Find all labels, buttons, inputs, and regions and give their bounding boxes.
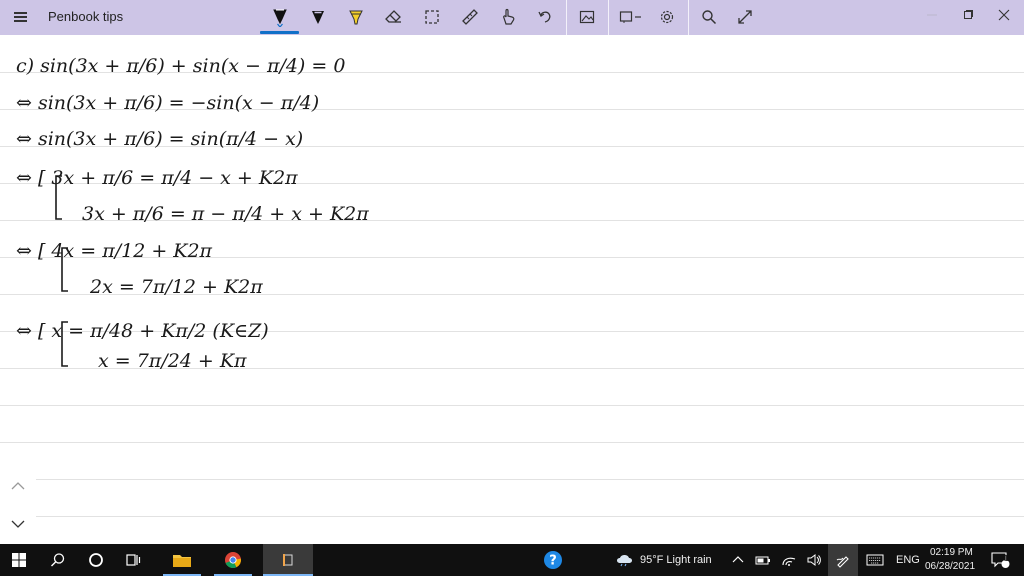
ink-canvas[interactable]: c) sin(3x + π/6) + sin(x − π/4) = 0 ⇔ si… [0, 35, 1024, 544]
help-button[interactable]: ? [540, 544, 566, 576]
windows-logo-icon [12, 553, 26, 567]
maximize-button[interactable] [950, 0, 986, 30]
lasso-select-tool[interactable] [418, 4, 446, 30]
chevron-up-icon [732, 556, 744, 563]
cloud-rain-icon [617, 555, 632, 567]
toolbar-separator [566, 0, 567, 35]
pen-icon [312, 11, 324, 24]
pen-tool-outline[interactable] [304, 4, 332, 30]
equation-line-8: ⇔ [ x = π/48 + Kπ/2 (K∈Z) [16, 320, 269, 342]
svg-text:⇔ sin(3x + π/6) = sin(π/4 − x): ⇔ sin(3x + π/6) = sin(π/4 − x) [16, 128, 303, 150]
highlighter-icon [349, 10, 363, 25]
equation-line-4: ⇔ [ 3x + π/6 = π/4 − x + K2π [16, 167, 298, 189]
cortana-button[interactable] [78, 544, 114, 576]
help-question-icon: ? [544, 551, 562, 569]
wifi-icon [782, 557, 796, 566]
svg-text:c) sin(3x + π/6) + sin(x − π/4: c) sin(3x + π/6) + sin(x − π/4) = 0 [16, 55, 345, 77]
clock-time[interactable]: 02:19 PM [930, 547, 973, 558]
maximize-icon [964, 10, 973, 19]
search-icon [51, 553, 65, 567]
touch-writing-tool[interactable] [494, 4, 522, 30]
minimize-button[interactable] [914, 0, 950, 30]
fullscreen-expand-icon [738, 10, 752, 24]
equation-line-1: c) sin(3x + π/6) + sin(x − π/4) = 0 [16, 55, 345, 77]
taskbar-search-button[interactable] [40, 544, 76, 576]
chevron-down-icon [11, 520, 25, 528]
start-button[interactable] [0, 544, 38, 576]
image-icon [579, 10, 595, 24]
touch-writing-icon [503, 8, 515, 25]
close-button[interactable] [986, 0, 1022, 30]
battery-icon [755, 556, 770, 565]
search-button[interactable] [695, 4, 723, 30]
equation-line-2: ⇔ sin(3x + π/6) = −sin(x − π/4) [16, 92, 319, 114]
toolbar-separator [688, 0, 689, 35]
chrome-taskbar-button[interactable] [214, 544, 252, 576]
task-view-icon [126, 554, 141, 566]
equation-line-3: ⇔ sin(3x + π/6) = sin(π/4 − x) [16, 128, 303, 150]
svg-text:⇔ [ 3x + π/6 = π/4 − x + K2π: ⇔ [ 3x + π/6 = π/4 − x + K2π [16, 167, 298, 189]
input-language-indicator[interactable]: ENG [896, 554, 920, 566]
show-hidden-icons-button[interactable] [728, 544, 748, 576]
close-icon [998, 9, 1010, 21]
battery-tray-icon[interactable] [752, 544, 774, 576]
svg-text:⇔ sin(3x + π/6) = −sin(x − π/4: ⇔ sin(3x + π/6) = −sin(x − π/4) [16, 92, 319, 114]
app-title: Penbook tips [48, 9, 124, 24]
taskbar: ? 95°F Light rain ENG 02:19 PM 06/28/202… [0, 544, 1024, 576]
svg-text:2x = 7π/12 + K2π: 2x = 7π/12 + K2π [89, 276, 263, 298]
page-up-button[interactable] [10, 478, 26, 494]
active-tool-indicator [260, 31, 299, 34]
eraser-tool[interactable] [380, 4, 408, 30]
keyboard-icon [866, 554, 884, 566]
settings-button[interactable] [653, 4, 681, 30]
pen-icon [273, 9, 287, 27]
pen-tool-black[interactable] [266, 4, 294, 30]
volume-tray-icon[interactable] [803, 544, 825, 576]
notification-count-badge: 1 [1003, 554, 1009, 563]
title-bar: Penbook tips [0, 0, 1024, 35]
weather-icon-wrap[interactable] [614, 544, 636, 576]
ruler-tool[interactable] [456, 4, 484, 30]
search-icon [702, 10, 717, 25]
ruler-icon [462, 9, 478, 25]
action-center-button[interactable]: 1 [984, 544, 1016, 576]
cortana-icon [89, 553, 103, 567]
handwriting-ink: c) sin(3x + π/6) + sin(x − π/4) = 0 ⇔ si… [16, 55, 369, 372]
svg-text:x = 7π/24 + Kπ: x = 7π/24 + Kπ [98, 350, 247, 372]
insert-image-button[interactable] [573, 4, 601, 30]
weather-label[interactable]: 95°F Light rain [640, 554, 712, 566]
pen-workspace-icon [836, 556, 849, 568]
shape-tool-dropdown[interactable] [616, 4, 646, 30]
svg-text:⇔ [ x = π/48 + Kπ/2 (K∈Z): ⇔ [ x = π/48 + Kπ/2 (K∈Z) [16, 320, 269, 342]
chrome-icon [225, 552, 242, 568]
wifi-tray-icon[interactable] [778, 544, 800, 576]
undo-button[interactable] [531, 4, 559, 30]
highlighter-tool[interactable] [342, 4, 370, 30]
pen-workspace-tray-button[interactable] [828, 544, 858, 576]
touch-keyboard-tray-button[interactable] [862, 544, 888, 576]
clock-date[interactable]: 06/28/2021 [925, 561, 975, 572]
penbook-taskbar-button[interactable] [263, 544, 313, 576]
shape-icon [619, 11, 641, 23]
equation-line-6: ⇔ [ 4x = π/12 + K2π [16, 240, 213, 262]
svg-text:3x + π/6 = π − π/4 + x + K2π: 3x + π/6 = π − π/4 + x + K2π [82, 203, 369, 225]
minimize-icon [927, 14, 937, 16]
settings-gear-icon [660, 10, 674, 24]
fullscreen-button[interactable] [731, 4, 759, 30]
hamburger-menu-icon[interactable] [14, 11, 27, 23]
svg-text:?: ? [549, 554, 557, 569]
toolbar-separator [608, 0, 609, 35]
file-explorer-taskbar-button[interactable] [163, 544, 201, 576]
penbook-icon [283, 554, 293, 566]
chevron-up-icon [11, 482, 25, 490]
task-view-button[interactable] [116, 544, 152, 576]
lasso-select-icon [425, 10, 439, 24]
svg-text:⇔ [ 4x = π/12 + K2π: ⇔ [ 4x = π/12 + K2π [16, 240, 213, 262]
eraser-icon [385, 10, 401, 23]
undo-icon [538, 11, 551, 23]
page-down-button[interactable] [10, 516, 26, 532]
folder-icon [173, 555, 191, 567]
speaker-icon [807, 554, 821, 566]
